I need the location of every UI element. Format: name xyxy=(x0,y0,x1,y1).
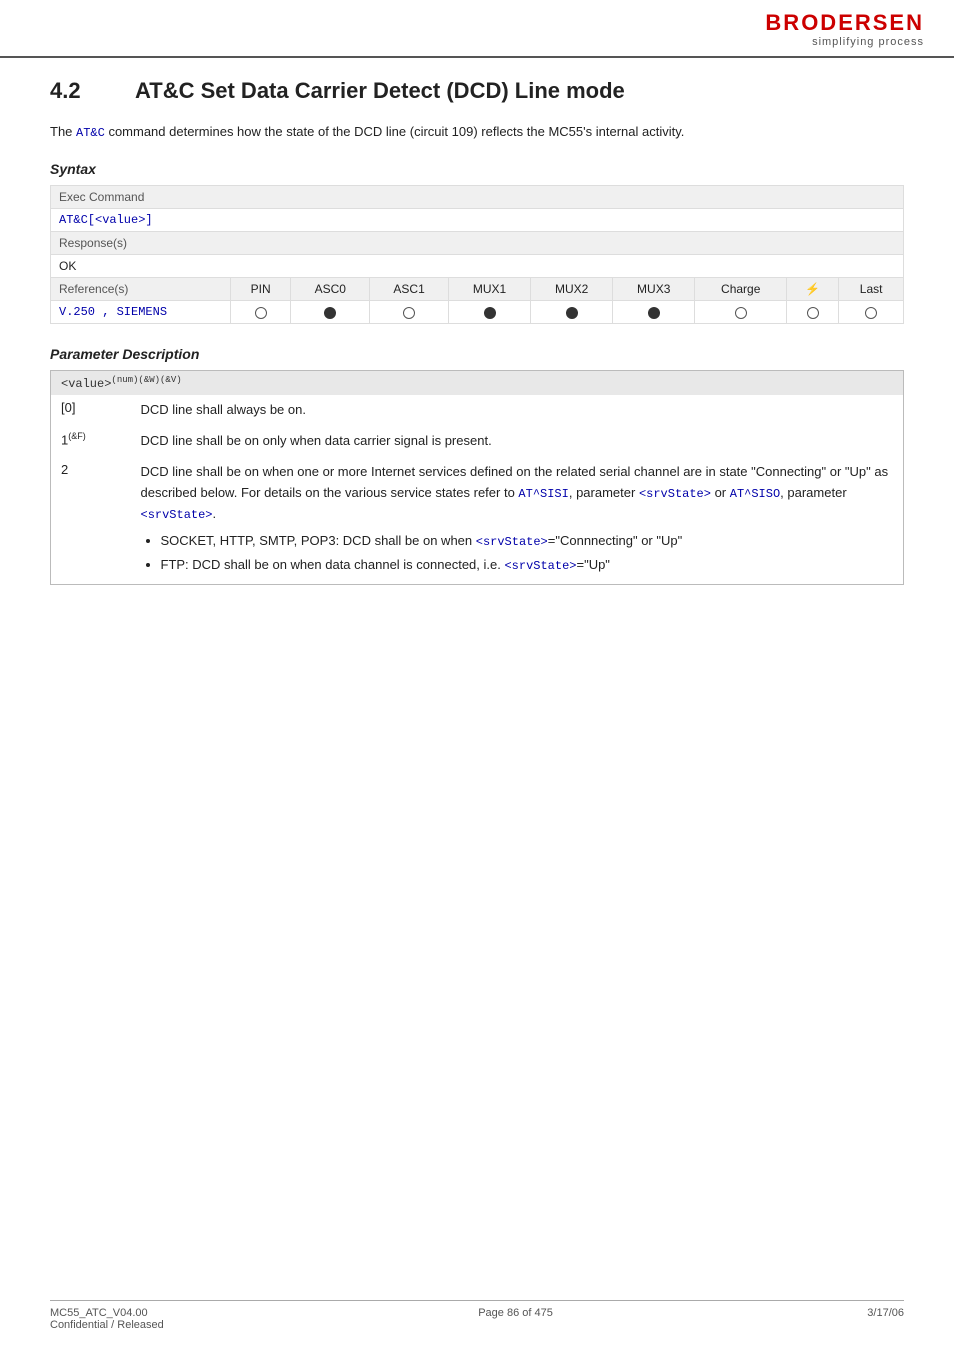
logo-area: BRODERSEN simplifying process xyxy=(765,10,924,48)
response-value-row: OK xyxy=(51,255,904,278)
footer-doc-id: MC55_ATC_V04.00 xyxy=(50,1307,164,1319)
bullet-2: FTP: DCD shall be on when data channel i… xyxy=(161,555,894,575)
asc1-circle xyxy=(403,307,415,319)
last-indicator xyxy=(839,301,904,324)
param-description-heading: Parameter Description xyxy=(50,346,904,362)
special-circle xyxy=(807,307,819,319)
param-key-2: 2 xyxy=(51,457,131,585)
response-label: Response(s) xyxy=(51,232,904,255)
charge-circle xyxy=(735,307,747,319)
code-srvstate-1: <srvState> xyxy=(639,487,711,501)
col-asc0: ASC0 xyxy=(291,278,370,301)
code-at-siso: AT^SISO xyxy=(730,487,780,501)
param-desc-1: DCD line shall be on only when data carr… xyxy=(131,426,904,457)
param-key-0: [0] xyxy=(51,395,131,426)
exec-command-label-row: Exec Command xyxy=(51,186,904,209)
syntax-heading: Syntax xyxy=(50,161,904,177)
code-srvstate-up: <srvState> xyxy=(504,559,576,573)
intro-text-after: command determines how the state of the … xyxy=(105,124,685,139)
code-srvstate-2: <srvState> xyxy=(141,508,213,522)
mux3-circle xyxy=(648,307,660,319)
reference-label-header: Reference(s) xyxy=(51,278,231,301)
footer-date: 3/17/06 xyxy=(867,1307,904,1331)
logo-text: BRODERSEN xyxy=(765,10,924,36)
bullet-1: SOCKET, HTTP, SMTP, POP3: DCD shall be o… xyxy=(161,531,894,551)
reference-value-row: V.250 , SIEMENS xyxy=(51,301,904,324)
param-table: <value>(num)(&W)(&V) [0] DCD line shall … xyxy=(50,370,904,585)
param-key-1: 1(&F) xyxy=(51,426,131,457)
column-headers-row: Reference(s) PIN ASC0 ASC1 MUX1 MUX2 MUX… xyxy=(51,278,904,301)
footer-center: Page 86 of 475 xyxy=(478,1307,553,1331)
param-row-1: 1(&F) DCD line shall be on only when dat… xyxy=(51,426,904,457)
code-srvstate-connecting: <srvState> xyxy=(476,535,548,549)
asc0-indicator xyxy=(291,301,370,324)
col-charge: Charge xyxy=(695,278,787,301)
param-row-2: 2 DCD line shall be on when one or more … xyxy=(51,457,904,585)
special-indicator xyxy=(787,301,839,324)
code-at-sisi: AT^SISI xyxy=(518,487,568,501)
asc1-indicator xyxy=(370,301,449,324)
param-bullets: SOCKET, HTTP, SMTP, POP3: DCD shall be o… xyxy=(161,531,894,575)
page-header: BRODERSEN simplifying process xyxy=(0,0,954,58)
exec-command-value-row: AT&C[<value>] xyxy=(51,209,904,232)
main-content: 4.2 AT&C Set Data Carrier Detect (DCD) L… xyxy=(0,58,954,625)
mux1-indicator xyxy=(449,301,531,324)
param-desc-0: DCD line shall always be on. xyxy=(131,395,904,426)
exec-command-label: Exec Command xyxy=(51,186,904,209)
mux2-circle xyxy=(566,307,578,319)
logo-sub: simplifying process xyxy=(812,36,924,48)
mux1-circle xyxy=(484,307,496,319)
col-mux2: MUX2 xyxy=(531,278,613,301)
intro-command: AT&C xyxy=(76,126,105,140)
col-last: Last xyxy=(839,278,904,301)
last-circle xyxy=(865,307,877,319)
param-header-row: <value>(num)(&W)(&V) xyxy=(51,371,904,396)
pin-circle xyxy=(255,307,267,319)
col-pin: PIN xyxy=(231,278,291,301)
page-footer: MC55_ATC_V04.00 Confidential / Released … xyxy=(50,1300,904,1331)
exec-command-value: AT&C[<value>] xyxy=(51,209,904,232)
mux2-indicator xyxy=(531,301,613,324)
reference-value: V.250 , SIEMENS xyxy=(51,301,231,324)
mux3-indicator xyxy=(613,301,695,324)
syntax-table: Exec Command AT&C[<value>] Response(s) O… xyxy=(50,185,904,324)
param-desc-2: DCD line shall be on when one or more In… xyxy=(131,457,904,585)
section-heading: 4.2 AT&C Set Data Carrier Detect (DCD) L… xyxy=(50,78,904,104)
param-row-0: [0] DCD line shall always be on. xyxy=(51,395,904,426)
asc0-circle xyxy=(324,307,336,319)
col-asc1: ASC1 xyxy=(370,278,449,301)
footer-left: MC55_ATC_V04.00 Confidential / Released xyxy=(50,1307,164,1331)
col-mux1: MUX1 xyxy=(449,278,531,301)
pin-indicator xyxy=(231,301,291,324)
response-value: OK xyxy=(51,255,904,278)
charge-indicator xyxy=(695,301,787,324)
param-header: <value>(num)(&W)(&V) xyxy=(51,371,904,396)
response-label-row: Response(s) xyxy=(51,232,904,255)
intro-paragraph: The AT&C command determines how the stat… xyxy=(50,122,904,143)
footer-confidential: Confidential / Released xyxy=(50,1319,164,1331)
section-number: 4.2 xyxy=(50,78,105,104)
col-special: ⚡ xyxy=(787,278,839,301)
intro-text-before: The xyxy=(50,124,76,139)
col-mux3: MUX3 xyxy=(613,278,695,301)
section-title: AT&C Set Data Carrier Detect (DCD) Line … xyxy=(135,78,625,104)
